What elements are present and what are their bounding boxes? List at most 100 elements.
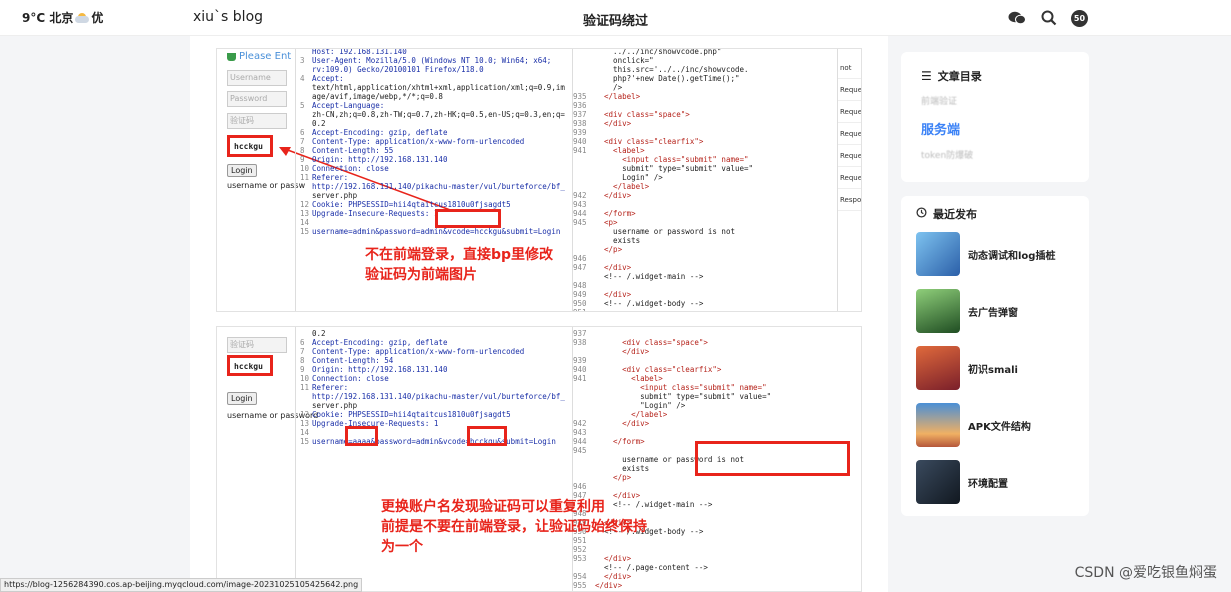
line-number: 8 — [300, 356, 305, 365]
line-number: 4 — [300, 74, 305, 83]
wechat-icon[interactable] — [1007, 8, 1027, 28]
post-thumbnail[interactable] — [916, 460, 960, 504]
line-text: Connection: close — [312, 374, 389, 383]
line-number: 12 — [300, 200, 310, 209]
post-thumbnail[interactable] — [916, 232, 960, 276]
hint-text-2: username or password — [227, 411, 319, 420]
code-line: 936 — [573, 101, 753, 110]
code-line: 11 Referer: — [300, 173, 565, 182]
line-text: </div> — [595, 191, 632, 200]
line-number: 936 — [573, 101, 587, 110]
code-line: 947 </div> — [573, 263, 753, 272]
line-number: 945 — [573, 446, 587, 455]
coffee-icon — [227, 52, 236, 61]
please-enter-text: Please Ent — [239, 51, 292, 62]
post-title[interactable]: 动态调试和log插桩 — [968, 247, 1055, 262]
line-number: 10 — [300, 374, 310, 383]
line-text: Host: 192.168.131.140 — [312, 48, 407, 56]
line-number: 8 — [300, 146, 305, 155]
code-line: 943 — [573, 428, 771, 437]
line-text: submit" type="submit" value=" — [595, 392, 772, 401]
search-icon[interactable] — [1039, 8, 1059, 28]
code-line: 9 Origin: http://192.168.131.140 — [300, 365, 565, 374]
header-actions: 50 — [1007, 8, 1088, 28]
line-text: Content-Type: application/x-www-form-url… — [312, 137, 525, 146]
code-line: ../../inc/showvcode.php" — [573, 49, 753, 56]
captcha-highlight: hcckgu — [227, 135, 273, 157]
line-number: 13 — [300, 209, 310, 218]
toc-title-text: 文章目录 — [937, 70, 982, 83]
browser-status-url: https://blog-1256284390.cos.ap-beijing.m… — [0, 578, 363, 592]
recent-post[interactable]: 环境配置 — [916, 460, 1008, 504]
line-number: 14 — [300, 218, 310, 227]
post-thumbnail[interactable] — [916, 403, 960, 447]
line-number: 6 — [300, 128, 305, 137]
line-text: Connection: close — [312, 164, 389, 173]
line-text: <label> — [595, 374, 663, 383]
code-line: 937 — [573, 329, 771, 338]
post-title[interactable]: APK文件结构 — [968, 418, 1031, 433]
recent-post[interactable]: 去广告弹窗 — [916, 289, 1018, 333]
annotation-2: 更换账户名发现验证码可以重复利用 前提是不要在前端登录，让验证码始终保持 为一个 — [381, 497, 647, 557]
line-text: Login" /> — [595, 173, 663, 182]
recent-post[interactable]: 初识smali — [916, 346, 1018, 390]
line-number: 937 — [573, 329, 587, 338]
line-text: Accept: — [312, 74, 344, 83]
line-text: Origin: http://192.168.131.140 — [312, 365, 448, 374]
code-line: 7 Content-Type: application/x-www-form-ur… — [300, 137, 565, 146]
toc-item-frontend[interactable]: 前端验证 — [921, 94, 1069, 107]
annotation-2-line-1: 更换账户名发现验证码可以重复利用 — [381, 499, 605, 515]
line-text: <!-- /.widget-body --> — [595, 299, 704, 308]
code-line: 6 Accept-Encoding: gzip, deflate — [300, 128, 565, 137]
code-line: 13 Upgrade-Insecure-Requests: 1 — [300, 209, 565, 218]
line-text: Accept-Encoding: gzip, deflate — [312, 338, 448, 347]
post-thumbnail[interactable] — [916, 346, 960, 390]
side-list-item: Reque — [838, 145, 861, 167]
line-text: Accept-Encoding: gzip, deflate — [312, 128, 448, 137]
code-line: 950 <!-- /.widget-body --> — [573, 299, 753, 308]
top-bar: 9°C 北京 优 xiu`s blog 验证码绕过 50 — [0, 0, 1231, 36]
post-thumbnail[interactable] — [916, 289, 960, 333]
history-icon — [916, 207, 927, 221]
recent-post[interactable]: 动态调试和log插桩 — [916, 232, 1055, 276]
code-line: submit" type="submit" value=" — [573, 392, 771, 401]
post-title[interactable]: 初识smali — [968, 361, 1018, 376]
user-badge[interactable]: 50 — [1071, 9, 1088, 27]
line-text: server.php — [312, 401, 358, 410]
code-line: 15 username=aaaa&password=admin&vcode=hcc… — [300, 437, 565, 446]
post-title[interactable]: 环境配置 — [968, 475, 1008, 490]
toc-item-server[interactable]: 服务端 — [921, 119, 1069, 138]
line-text: </p> — [595, 245, 623, 254]
line-text: </div> — [595, 581, 623, 590]
code-line: age/avif,image/webp,*/*;q=0.8 — [300, 92, 565, 101]
recent-post[interactable]: APK文件结构 — [916, 403, 1031, 447]
code-line: 14 — [300, 428, 565, 437]
line-text: /> — [595, 83, 623, 92]
toc-title: ☰ 文章目录 — [921, 68, 1069, 84]
toc-item-token[interactable]: token防爆破 — [921, 148, 1069, 161]
line-text: </div> — [595, 290, 632, 299]
line-number: 950 — [573, 299, 587, 308]
line-text: http://192.168.131.140/pikachu-master/vu… — [312, 392, 565, 401]
list-icon: ☰ — [921, 69, 932, 83]
line-text: </div> — [595, 263, 632, 272]
code-line: 8 Content-Length: 54 — [300, 356, 565, 365]
code-line: 954 </div> — [573, 572, 771, 581]
line-number: 951 — [573, 308, 595, 311]
line-text: server.php — [312, 191, 358, 200]
response-highlight — [695, 441, 850, 476]
line-text: php?'+new Date().getTime();" — [595, 74, 740, 83]
line-number: 945 — [573, 218, 587, 227]
side-list-item: Respo — [838, 189, 861, 211]
article-content: Please Ent Username Password 验证码 Login u… — [190, 36, 888, 592]
line-number: 11 — [300, 173, 310, 182]
code-line: 939 — [573, 356, 771, 365]
code-line: 935 </label> — [573, 92, 753, 101]
captcha-field-2: 验证码 — [227, 337, 287, 353]
line-number: 937 — [573, 110, 587, 119]
post-title[interactable]: 去广告弹窗 — [968, 304, 1018, 319]
code-line: 944 </form> — [573, 209, 753, 218]
line-text: age/avif,image/webp,*/*;q=0.8 — [312, 92, 443, 101]
line-number: 941 — [573, 146, 587, 155]
line-number: 14 — [300, 428, 310, 437]
